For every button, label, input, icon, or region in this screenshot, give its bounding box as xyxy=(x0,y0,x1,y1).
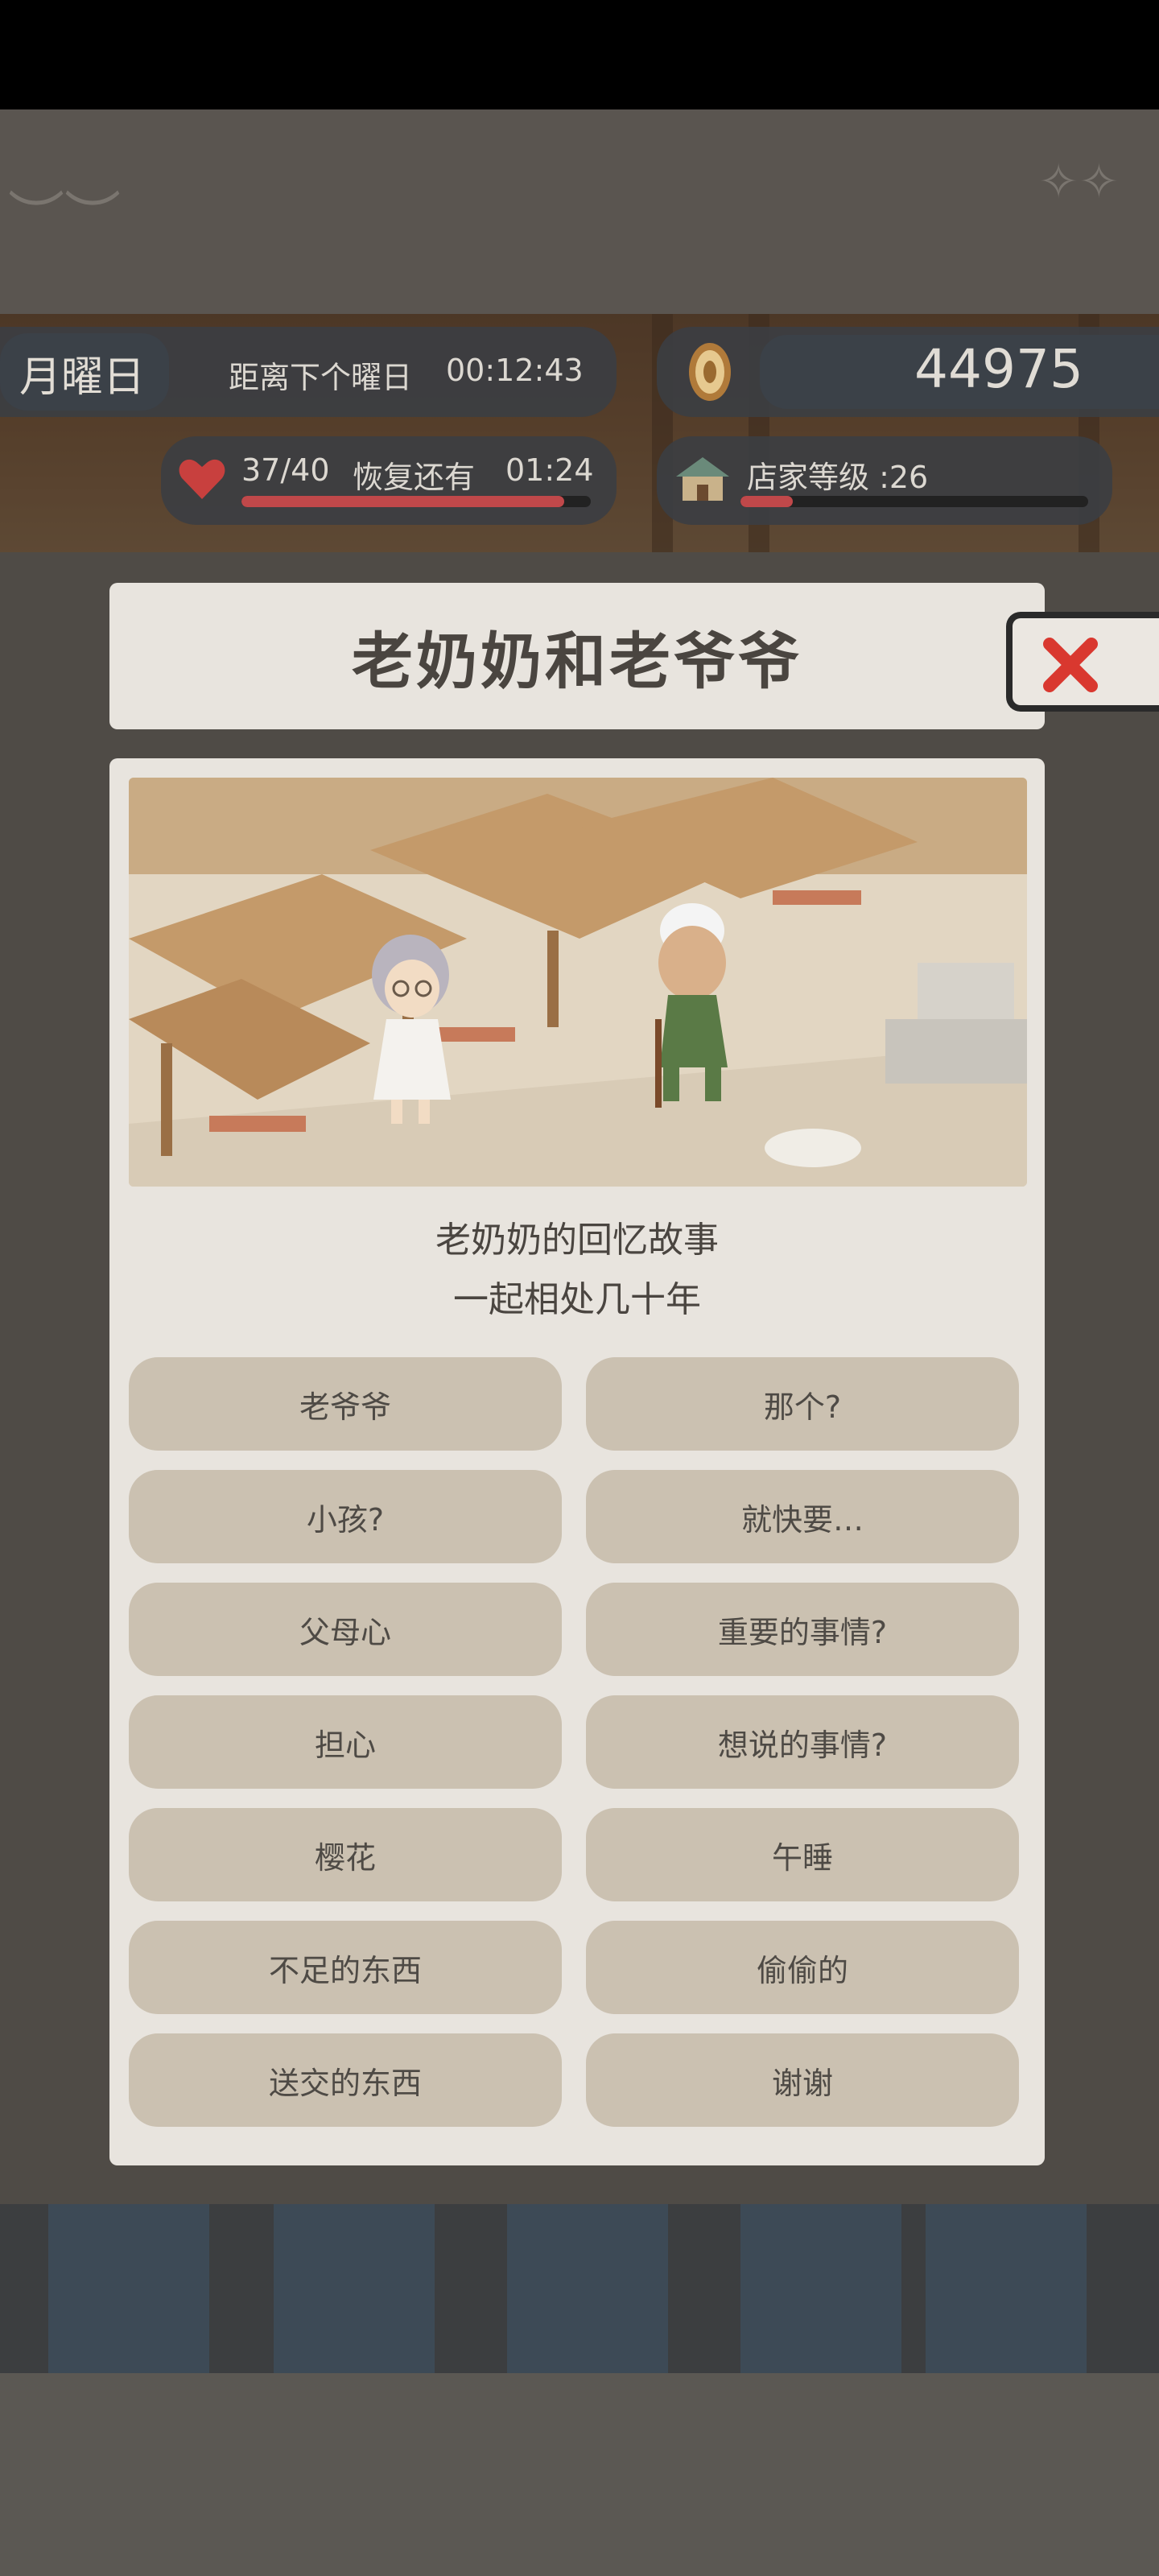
story-illustration xyxy=(129,778,1027,1187)
next-day-timer: 00:12:43 xyxy=(446,353,584,388)
option-button-8[interactable]: 想说的事情? xyxy=(586,1695,1019,1789)
coin-panel[interactable]: 44975 xyxy=(657,327,1159,417)
shop-level-bar xyxy=(740,496,1088,507)
option-button-14[interactable]: 谢谢 xyxy=(586,2033,1019,2127)
dialog-title-card: 老奶奶和老爷爷 xyxy=(109,583,1045,729)
weekday-panel: 月曜日 距离下个曜日 00:12:43 xyxy=(0,327,617,417)
recover-timer: 01:24 xyxy=(505,452,594,488)
heart-icon xyxy=(179,457,225,504)
stamina-panel[interactable]: 37/40 恢复还有 01:24 xyxy=(161,436,617,525)
story-subtitle: 一起相处几十年 xyxy=(453,1279,701,1320)
option-button-3[interactable]: 小孩? xyxy=(129,1470,562,1563)
option-button-6[interactable]: 重要的事情? xyxy=(586,1583,1019,1676)
stamina-count: 37/40 xyxy=(241,452,330,488)
weekday-label: 月曜日 xyxy=(19,353,146,402)
option-button-11[interactable]: 不足的东西 xyxy=(129,1921,562,2014)
shop-level-label: 店家等级 :26 xyxy=(747,460,929,495)
sparkle-decoration-icon: ✧✧ xyxy=(1038,154,1120,210)
close-button[interactable] xyxy=(1006,612,1159,712)
option-button-10[interactable]: 午睡 xyxy=(586,1808,1019,1901)
option-button-4[interactable]: 就快要… xyxy=(586,1470,1019,1563)
option-button-2[interactable]: 那个? xyxy=(586,1357,1019,1451)
next-day-label: 距离下个曜日 xyxy=(229,360,413,395)
background-sky: ︶︶ ✧✧ xyxy=(0,109,1159,314)
coin-count: 44975 xyxy=(914,338,1083,400)
option-button-1[interactable]: 老爷爷 xyxy=(129,1357,562,1451)
shop-icon xyxy=(674,456,731,507)
shop-level-panel[interactable]: 店家等级 :26 xyxy=(657,436,1112,525)
option-button-7[interactable]: 担心 xyxy=(129,1695,562,1789)
bottom-background xyxy=(0,2373,1159,2576)
option-button-12[interactable]: 偷偷的 xyxy=(586,1921,1019,2014)
recover-label: 恢复还有 xyxy=(353,460,476,495)
option-button-13[interactable]: 送交的东西 xyxy=(129,2033,562,2127)
dialog-title: 老奶奶和老爷爷 xyxy=(352,625,802,697)
coin-icon xyxy=(687,341,732,406)
story-title: 老奶奶的回忆故事 xyxy=(435,1220,719,1261)
status-bar-area xyxy=(0,0,1159,109)
bird-decoration-icon: ︶︶ xyxy=(8,185,121,251)
option-button-5[interactable]: 父母心 xyxy=(129,1583,562,1676)
bottom-bar xyxy=(0,2204,1159,2373)
stamina-bar xyxy=(241,496,591,507)
story-card: 老奶奶的回忆故事 一起相处几十年 老爷爷 那个? 小孩? 就快要… 父母心 重要的事情? 担… xyxy=(109,758,1045,2165)
hud-bar: 月曜日 距离下个曜日 00:12:43 44975 37/40 恢复还有 01:… xyxy=(0,314,1159,552)
close-icon xyxy=(1043,638,1098,692)
option-button-9[interactable]: 樱花 xyxy=(129,1808,562,1901)
